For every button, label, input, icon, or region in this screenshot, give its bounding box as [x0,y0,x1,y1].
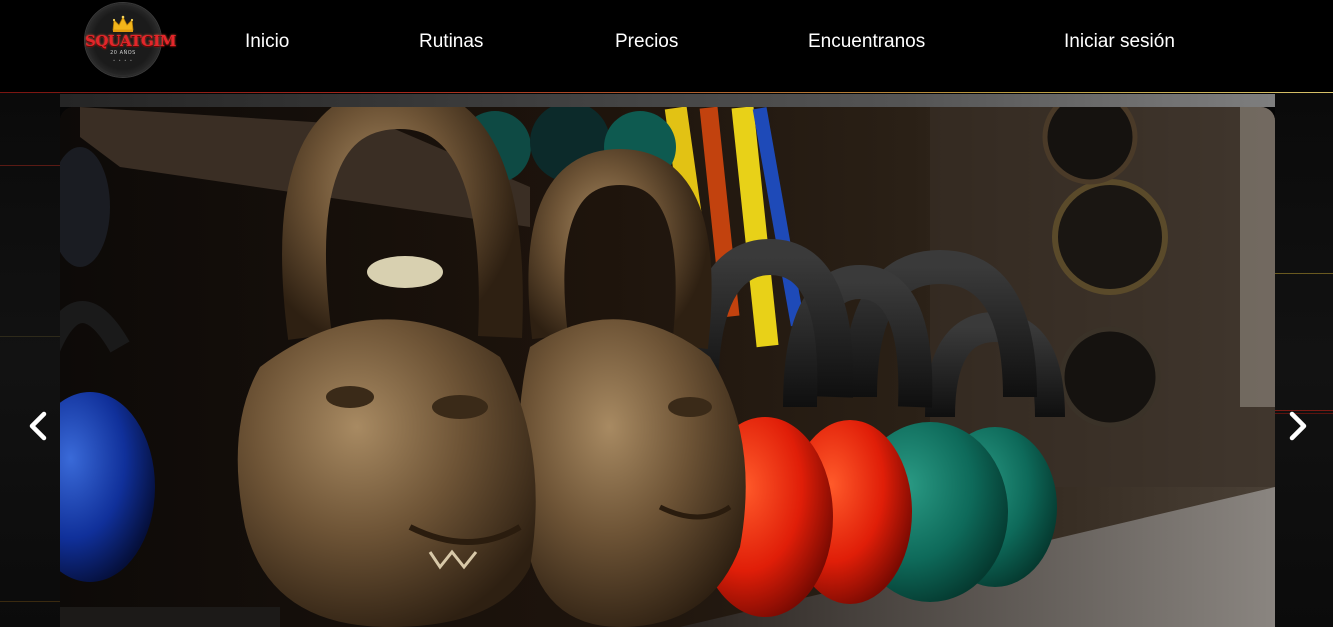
carousel-slide-image [60,107,1275,627]
carousel-right-gutter [1275,93,1333,627]
top-navbar: SQUATGIM 20 AÑOS • • • • Inicio Rutinas … [0,0,1333,93]
nav-link-iniciar-sesion[interactable]: Iniciar sesión [1064,29,1175,55]
carousel-next-button[interactable] [1280,408,1314,444]
chevron-right-icon [1289,411,1307,441]
carousel-left-gutter [0,93,60,627]
chevron-left-icon [29,411,47,441]
nav-link-encuentranos[interactable]: Encuentranos [808,29,925,55]
nav-link-inicio[interactable]: Inicio [245,29,289,55]
squatgim-logo[interactable]: SQUATGIM 20 AÑOS • • • • [85,3,176,77]
kettlebell-photo [60,107,1275,627]
nav-link-precios[interactable]: Precios [615,29,678,55]
carousel-top-band [60,94,1275,107]
carousel-prev-button[interactable] [22,408,56,444]
logo-brand-text: SQUATGIM [85,32,176,50]
crown-icon [112,15,134,32]
nav-link-rutinas[interactable]: Rutinas [419,29,483,55]
logo-subtitle: 20 AÑOS [110,50,136,56]
logo-dots: • • • • [112,58,134,63]
